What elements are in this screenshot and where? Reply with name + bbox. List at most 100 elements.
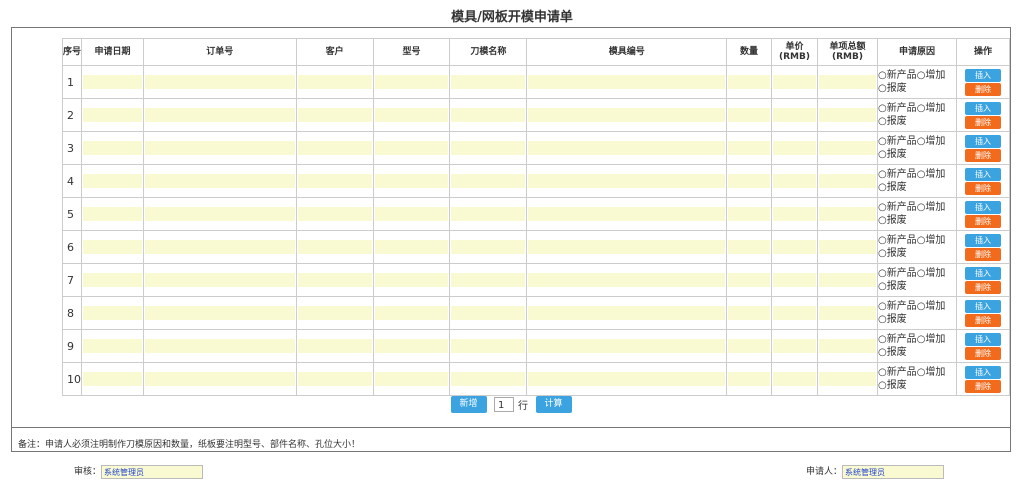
insert-row-button[interactable]: 插入 (964, 332, 1001, 346)
radio-scrap[interactable]: ○报废 (878, 182, 907, 193)
unit-price-input[interactable] (773, 174, 816, 188)
mold-no-input[interactable] (528, 75, 726, 89)
customer-input[interactable] (297, 306, 372, 320)
die-name-input[interactable] (451, 273, 526, 287)
radio-new-product[interactable]: ○新产品 (878, 136, 917, 147)
customer-input[interactable] (297, 240, 372, 254)
apply-date-input[interactable] (83, 372, 142, 386)
quantity-input[interactable] (728, 306, 771, 320)
insert-row-button[interactable]: 插入 (964, 365, 1001, 379)
customer-input[interactable] (297, 174, 372, 188)
mold-no-input[interactable] (528, 240, 726, 254)
delete-row-button[interactable]: 删除 (964, 115, 1001, 129)
delete-row-button[interactable]: 删除 (964, 82, 1001, 96)
model-input[interactable] (374, 273, 449, 287)
apply-date-input[interactable] (83, 174, 142, 188)
radio-increase[interactable]: ○增加 (917, 334, 946, 345)
delete-row-button[interactable]: 删除 (964, 379, 1001, 393)
radio-scrap[interactable]: ○报废 (878, 380, 907, 391)
quantity-input[interactable] (728, 372, 771, 386)
apply-date-input[interactable] (83, 339, 142, 353)
unit-price-input[interactable] (773, 240, 816, 254)
reviewer-input[interactable]: 系统管理员 (101, 464, 204, 479)
model-input[interactable] (374, 207, 449, 221)
insert-row-button[interactable]: 插入 (964, 167, 1001, 181)
order-no-input[interactable] (144, 174, 295, 188)
radio-new-product[interactable]: ○新产品 (878, 301, 917, 312)
quantity-input[interactable] (728, 75, 771, 89)
model-input[interactable] (374, 306, 449, 320)
insert-row-button[interactable]: 插入 (964, 68, 1001, 82)
radio-increase[interactable]: ○增加 (917, 169, 946, 180)
radio-increase[interactable]: ○增加 (917, 136, 946, 147)
total-input[interactable] (819, 174, 876, 188)
die-name-input[interactable] (451, 306, 526, 320)
radio-increase[interactable]: ○增加 (917, 103, 946, 114)
die-name-input[interactable] (451, 141, 526, 155)
order-no-input[interactable] (144, 306, 295, 320)
radio-scrap[interactable]: ○报废 (878, 149, 907, 160)
delete-row-button[interactable]: 删除 (964, 181, 1001, 195)
total-input[interactable] (819, 207, 876, 221)
radio-increase[interactable]: ○增加 (917, 268, 946, 279)
customer-input[interactable] (297, 141, 372, 155)
radio-scrap[interactable]: ○报废 (878, 83, 907, 94)
die-name-input[interactable] (451, 207, 526, 221)
apply-date-input[interactable] (83, 306, 142, 320)
mold-no-input[interactable] (528, 339, 726, 353)
apply-date-input[interactable] (83, 240, 142, 254)
order-no-input[interactable] (144, 75, 295, 89)
radio-increase[interactable]: ○增加 (917, 301, 946, 312)
applicant-input[interactable]: 系统管理员 (842, 464, 945, 479)
customer-input[interactable] (297, 207, 372, 221)
customer-input[interactable] (297, 75, 372, 89)
quantity-input[interactable] (728, 207, 771, 221)
insert-row-button[interactable]: 插入 (964, 266, 1001, 280)
unit-price-input[interactable] (773, 372, 816, 386)
quantity-input[interactable] (728, 339, 771, 353)
total-input[interactable] (819, 141, 876, 155)
mold-no-input[interactable] (528, 372, 726, 386)
radio-scrap[interactable]: ○报废 (878, 281, 907, 292)
order-no-input[interactable] (144, 372, 295, 386)
die-name-input[interactable] (451, 174, 526, 188)
radio-increase[interactable]: ○增加 (917, 235, 946, 246)
model-input[interactable] (374, 108, 449, 122)
quantity-input[interactable] (728, 240, 771, 254)
apply-date-input[interactable] (83, 273, 142, 287)
quantity-input[interactable] (728, 108, 771, 122)
row-count-input[interactable]: 1 (494, 397, 514, 412)
radio-new-product[interactable]: ○新产品 (878, 70, 917, 81)
delete-row-button[interactable]: 删除 (964, 280, 1001, 294)
delete-row-button[interactable]: 删除 (964, 247, 1001, 261)
customer-input[interactable] (297, 372, 372, 386)
apply-date-input[interactable] (83, 207, 142, 221)
unit-price-input[interactable] (773, 339, 816, 353)
radio-new-product[interactable]: ○新产品 (878, 103, 917, 114)
radio-increase[interactable]: ○增加 (917, 367, 946, 378)
radio-new-product[interactable]: ○新产品 (878, 268, 917, 279)
mold-no-input[interactable] (528, 174, 726, 188)
mold-no-input[interactable] (528, 273, 726, 287)
add-row-button[interactable]: 新增 (450, 396, 487, 413)
order-no-input[interactable] (144, 141, 295, 155)
insert-row-button[interactable]: 插入 (964, 233, 1001, 247)
radio-new-product[interactable]: ○新产品 (878, 334, 917, 345)
total-input[interactable] (819, 339, 876, 353)
delete-row-button[interactable]: 删除 (964, 148, 1001, 162)
total-input[interactable] (819, 75, 876, 89)
radio-new-product[interactable]: ○新产品 (878, 367, 917, 378)
radio-scrap[interactable]: ○报废 (878, 215, 907, 226)
total-input[interactable] (819, 372, 876, 386)
total-input[interactable] (819, 273, 876, 287)
insert-row-button[interactable]: 插入 (964, 299, 1001, 313)
insert-row-button[interactable]: 插入 (964, 134, 1001, 148)
total-input[interactable] (819, 240, 876, 254)
radio-scrap[interactable]: ○报废 (878, 314, 907, 325)
apply-date-input[interactable] (83, 75, 142, 89)
apply-date-input[interactable] (83, 141, 142, 155)
radio-scrap[interactable]: ○报废 (878, 116, 907, 127)
unit-price-input[interactable] (773, 75, 816, 89)
die-name-input[interactable] (451, 240, 526, 254)
radio-new-product[interactable]: ○新产品 (878, 235, 917, 246)
